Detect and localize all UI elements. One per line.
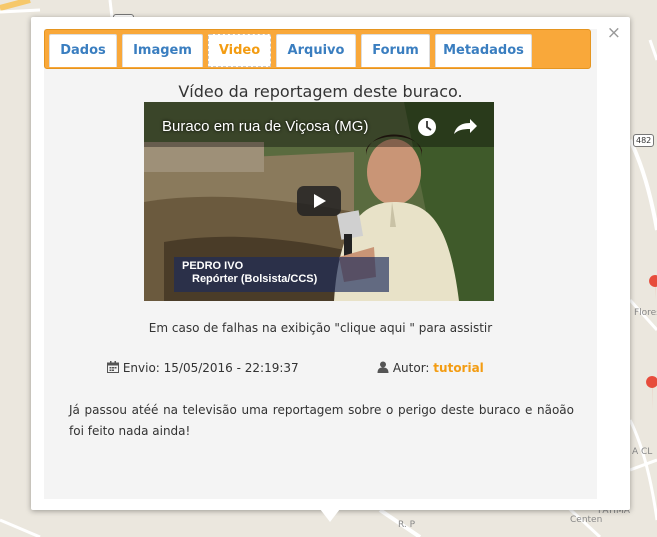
lower-third: PEDRO IVO Repórter (Bolsista/CCS) bbox=[182, 260, 382, 286]
author-link[interactable]: tutorial bbox=[433, 361, 484, 375]
tab-bar: Dados Imagem Video Arquivo Forum Metadad… bbox=[44, 29, 591, 69]
tab-metadados[interactable]: Metadados bbox=[435, 34, 532, 67]
author-info: Autor: tutorial bbox=[377, 361, 484, 375]
info-popup: × Dados Imagem Video Arquivo Forum Metad… bbox=[31, 17, 630, 522]
reporter-name: PEDRO IVO bbox=[182, 260, 244, 272]
video-player[interactable]: Buraco em rua de Viçosa (MG) PEDRO IVO R… bbox=[144, 102, 494, 301]
author-label: Autor: bbox=[392, 361, 430, 375]
tab-forum[interactable]: Forum bbox=[361, 34, 430, 67]
tab-dados[interactable]: Dados bbox=[49, 34, 117, 67]
map-label: Flores bbox=[634, 308, 657, 318]
description-text: Já passou atéé na televisão uma reportag… bbox=[69, 403, 574, 438]
upload-date: Envio: 15/05/2016 - 22:19:37 bbox=[107, 361, 299, 375]
route-shield: 482 bbox=[633, 134, 655, 147]
video-fallback-caption[interactable]: Em caso de falhas na exibição "clique aq… bbox=[44, 321, 597, 335]
map-label: R. P bbox=[398, 520, 416, 530]
upload-date-text: Envio: 15/05/2016 - 22:19:37 bbox=[122, 361, 299, 375]
tab-arquivo[interactable]: Arquivo bbox=[276, 34, 356, 67]
calendar-icon bbox=[107, 361, 119, 373]
tab-imagem[interactable]: Imagem bbox=[122, 34, 203, 67]
video-title[interactable]: Buraco em rua de Viçosa (MG) bbox=[162, 118, 368, 135]
reporter-role: Repórter (Bolsista/CCS) bbox=[192, 273, 318, 285]
tab-video[interactable]: Video bbox=[208, 34, 271, 67]
popup-panel: Dados Imagem Video Arquivo Forum Metadad… bbox=[44, 29, 597, 499]
video-heading: Vídeo da reportagem deste buraco. bbox=[178, 82, 463, 101]
popup-tail bbox=[320, 509, 340, 522]
map-label: Centen bbox=[570, 515, 603, 525]
map-label: A CL bbox=[632, 447, 653, 457]
close-button[interactable]: × bbox=[607, 25, 621, 42]
user-icon bbox=[377, 361, 389, 373]
